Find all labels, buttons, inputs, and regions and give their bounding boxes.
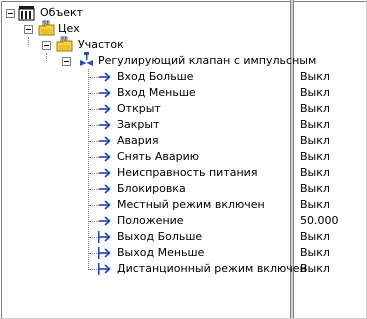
signal-label[interactable]: Выход Больше xyxy=(117,230,202,244)
input-arrow-icon xyxy=(99,136,111,146)
input-arrow-icon xyxy=(99,88,111,98)
signal-value: 50.000 xyxy=(300,214,339,227)
signal-label[interactable]: Неисправность питания xyxy=(117,166,257,180)
signal-label[interactable]: Снять Аварию xyxy=(117,150,199,164)
signal-value: Выкл xyxy=(300,262,330,275)
collapse-toggle-valve[interactable] xyxy=(62,57,71,66)
signal-value: Выкл xyxy=(300,70,330,83)
output-arrow-icon xyxy=(98,263,111,275)
input-arrow-icon xyxy=(99,184,111,194)
input-arrow-icon xyxy=(99,200,111,210)
tree-node-site-label[interactable]: Участок xyxy=(78,38,124,52)
tree-node-workshop-label[interactable]: Цех xyxy=(58,22,80,36)
signal-label[interactable]: Выход Меньше xyxy=(117,246,204,260)
valve-icon xyxy=(80,52,93,66)
signal-value: Выкл xyxy=(300,230,330,243)
folder-icon: M xyxy=(38,20,55,36)
signal-value: Выкл xyxy=(300,86,330,99)
signal-value: Выкл xyxy=(300,134,330,147)
input-arrow-icon xyxy=(99,152,111,162)
signal-label[interactable]: Вход Больше xyxy=(117,70,194,84)
input-arrow-icon xyxy=(99,168,111,178)
signal-value: Выкл xyxy=(300,102,330,115)
signal-value: Выкл xyxy=(300,166,330,179)
output-arrow-icon xyxy=(98,247,111,259)
signal-label[interactable]: Закрыт xyxy=(117,118,160,132)
signal-label[interactable]: Положение xyxy=(117,214,184,228)
building-icon xyxy=(18,6,35,21)
signal-label[interactable]: Авария xyxy=(117,134,159,148)
signal-value: Выкл xyxy=(300,198,330,211)
tree-line xyxy=(46,53,47,61)
tree-node-valve-label[interactable]: Регулирующий клапан с импульсным xyxy=(98,54,316,68)
tree-node-root-label[interactable]: Объект xyxy=(40,6,83,20)
signal-label[interactable]: Открыт xyxy=(117,102,161,116)
signal-label[interactable]: Вход Меньше xyxy=(117,86,196,100)
collapse-toggle-site[interactable] xyxy=(42,41,51,50)
folder-icon: M xyxy=(56,36,73,52)
signal-value: Выкл xyxy=(300,182,330,195)
signal-value: Выкл xyxy=(300,246,330,259)
signal-label[interactable]: Местный режим включен xyxy=(117,198,265,212)
output-arrow-icon xyxy=(98,231,111,243)
collapse-toggle-workshop[interactable] xyxy=(24,25,33,34)
tree-line xyxy=(28,37,29,45)
signal-value: Выкл xyxy=(300,118,330,131)
signal-label[interactable]: Дистанционный режим включен xyxy=(117,262,307,276)
input-arrow-icon xyxy=(99,216,111,226)
input-arrow-icon xyxy=(99,120,111,130)
input-arrow-icon xyxy=(99,104,111,114)
tree-line xyxy=(88,69,89,270)
tree-view-window: Объект M Цех M Участок Регулирующий клап… xyxy=(0,0,367,319)
signal-label[interactable]: Блокировка xyxy=(117,182,186,196)
collapse-toggle-root[interactable] xyxy=(6,9,15,18)
input-arrow-icon xyxy=(99,72,111,82)
signal-value: Выкл xyxy=(300,150,330,163)
